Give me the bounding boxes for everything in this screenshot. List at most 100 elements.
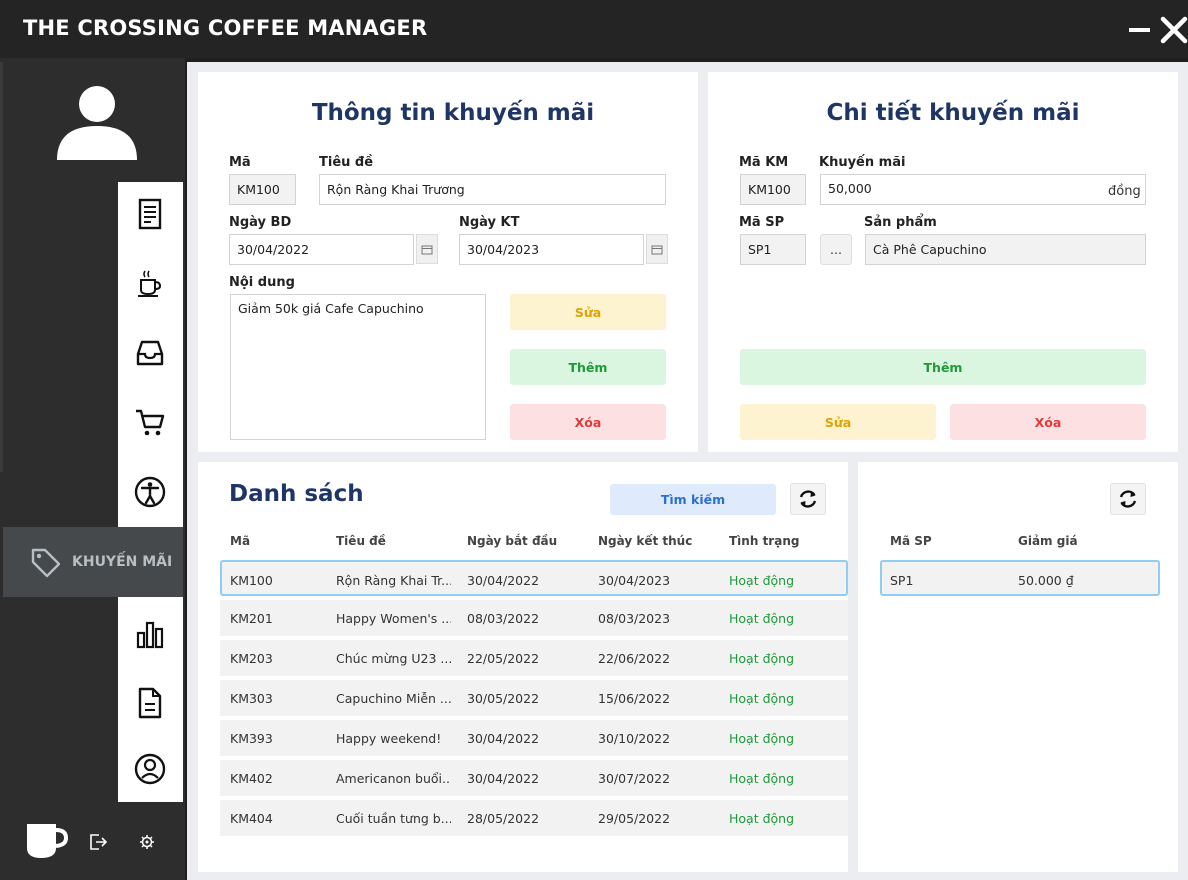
row-end: 29/05/2022	[598, 810, 671, 826]
refresh-icon[interactable]	[1110, 483, 1146, 515]
row-code: KM402	[230, 770, 273, 786]
coffee-cup-icon[interactable]	[133, 266, 167, 300]
avatar-icon	[57, 86, 137, 160]
logout-icon[interactable]	[88, 832, 108, 852]
accessibility-icon[interactable]	[133, 475, 167, 509]
row-code: KM203	[230, 650, 273, 666]
row-code: KM201	[230, 610, 273, 626]
inbox-icon[interactable]	[133, 336, 167, 370]
row-end: 22/06/2022	[598, 650, 671, 666]
row-title: Capuchino Miễn ...	[336, 690, 451, 706]
table-row[interactable]: KM393 Happy weekend! 30/04/2022 30/10/20…	[220, 720, 848, 756]
search-button[interactable]: Tìm kiếm	[610, 484, 776, 515]
row-start: 30/04/2022	[467, 770, 540, 786]
product-field[interactable]: Cà Phê Capuchino	[865, 234, 1146, 265]
edit-promo-button[interactable]: Sửa	[510, 294, 666, 330]
row-start: 28/05/2022	[467, 810, 540, 826]
minimize-icon[interactable]	[1129, 28, 1150, 32]
promo-info-panel: Thông tin khuyến mãi Mã KM100 Tiêu đề Rộ…	[198, 72, 698, 452]
end-date-field[interactable]: 30/04/2023	[459, 234, 644, 265]
row-start: 30/05/2022	[467, 690, 540, 706]
nav-menu-lower	[118, 597, 183, 802]
product-code-field[interactable]: SP1	[740, 234, 806, 265]
product-code-label: Mã SP	[739, 215, 785, 230]
row-end: 30/07/2022	[598, 770, 671, 786]
row-status: Hoạt động	[729, 730, 795, 746]
code-field[interactable]: KM100	[229, 174, 296, 205]
delete-detail-button[interactable]: Xóa	[950, 404, 1146, 440]
row-title: Happy Women's ...	[336, 610, 451, 626]
table-row[interactable]: KM201 Happy Women's ... 08/03/2022 08/03…	[220, 600, 848, 636]
sidebar-item-label: KHUYẾN MÃI	[72, 554, 173, 570]
row-status: Hoạt động	[729, 690, 795, 706]
calendar-icon[interactable]	[416, 234, 438, 264]
row-code: KM393	[230, 730, 273, 746]
subject-label: Tiêu đề	[319, 155, 374, 170]
row-title: Chúc mừng U23 ...	[336, 650, 451, 666]
detail-list-panel: Mã SP Giảm giá SP1 50.000 ₫	[858, 462, 1178, 872]
delete-promo-button[interactable]: Xóa	[510, 404, 666, 440]
row-start: 08/03/2022	[467, 610, 540, 626]
add-promo-button[interactable]: Thêm	[510, 349, 666, 385]
sidebar-edge	[0, 62, 3, 472]
settings-icon[interactable]	[139, 834, 155, 850]
row-code: KM303	[230, 690, 273, 706]
edit-detail-button[interactable]: Sửa	[740, 404, 936, 440]
col-header-title[interactable]: Tiêu đề	[336, 534, 386, 548]
row-start: 22/05/2022	[467, 650, 540, 666]
document-icon[interactable]	[133, 686, 167, 720]
coffee-logo-icon	[27, 824, 69, 858]
receipt-icon[interactable]	[133, 197, 167, 231]
promo-detail-panel: Chi tiết khuyến mãi Mã KM KM100 Khuyến m…	[708, 72, 1178, 452]
user-circle-icon[interactable]	[133, 752, 167, 786]
subject-field[interactable]: Rộn Ràng Khai Trương	[319, 174, 666, 205]
calendar-icon[interactable]	[646, 234, 668, 264]
col-header-end[interactable]: Ngày kết thúc	[598, 534, 692, 548]
row-status: Hoạt động	[729, 810, 795, 826]
pick-product-button[interactable]: ...	[820, 234, 852, 265]
row-end: 30/04/2023	[598, 572, 671, 588]
table-row[interactable]: SP1 50.000 ₫	[880, 560, 1160, 596]
col-header-start[interactable]: Ngày bắt đầu	[467, 534, 557, 548]
add-detail-button[interactable]: Thêm	[740, 349, 1146, 385]
start-date-field[interactable]: 30/04/2022	[229, 234, 414, 265]
col-header-discount[interactable]: Giảm giá	[1018, 534, 1078, 548]
row-end: 30/10/2022	[598, 730, 671, 746]
col-header-status[interactable]: Tình trạng	[729, 534, 799, 548]
table-row[interactable]: KM100 Rộn Ràng Khai Tr... 30/04/2022 30/…	[220, 560, 848, 596]
app-title: THE CROSSING COFFEE MANAGER	[23, 16, 428, 40]
col-header-product-code[interactable]: Mã SP	[890, 534, 932, 548]
row-discount: 50.000 ₫	[1018, 572, 1074, 588]
code-label: Mã	[229, 155, 251, 170]
content-textarea[interactable]: Giảm 50k giá Cafe Capuchino	[230, 294, 486, 440]
discount-field[interactable]: 50,000	[820, 174, 1146, 205]
promo-list-panel: Danh sách Tìm kiếm Mã Tiêu đề Ngày bắt đ…	[198, 462, 848, 872]
promo-info-title: Thông tin khuyến mãi	[311, 100, 595, 126]
table-row[interactable]: KM303 Capuchino Miễn ... 30/05/2022 15/0…	[220, 680, 848, 716]
row-status: Hoạt động	[729, 610, 795, 626]
table-row[interactable]: KM203 Chúc mừng U23 ... 22/05/2022 22/06…	[220, 640, 848, 676]
row-title: Americanon buổi...	[336, 770, 451, 786]
row-start: 30/04/2022	[467, 572, 540, 588]
table-row[interactable]: KM402 Americanon buổi... 30/04/2022 30/0…	[220, 760, 848, 796]
row-status: Hoạt động	[729, 572, 795, 588]
row-title: Happy weekend!	[336, 730, 442, 746]
nav-menu	[118, 182, 183, 527]
discount-unit: đồng	[1108, 184, 1141, 199]
list-title: Danh sách	[229, 481, 364, 507]
refresh-icon[interactable]	[790, 483, 826, 515]
promo-code-field[interactable]: KM100	[740, 174, 806, 205]
col-header-code[interactable]: Mã	[230, 534, 250, 548]
row-code: KM404	[230, 810, 273, 826]
cart-icon[interactable]	[133, 405, 167, 439]
row-status: Hoạt động	[729, 770, 795, 786]
row-status: Hoạt động	[729, 650, 795, 666]
product-label: Sản phẩm	[864, 215, 937, 230]
discount-label: Khuyến mãi	[819, 155, 906, 170]
tag-icon	[31, 548, 61, 578]
row-title: Cuối tuần tưng b...	[336, 810, 451, 826]
table-row[interactable]: KM404 Cuối tuần tưng b... 28/05/2022 29/…	[220, 800, 848, 836]
bar-chart-icon[interactable]	[133, 617, 167, 651]
sidebar-item-promotions[interactable]: KHUYẾN MÃI	[3, 527, 183, 597]
close-icon[interactable]	[1160, 14, 1188, 46]
